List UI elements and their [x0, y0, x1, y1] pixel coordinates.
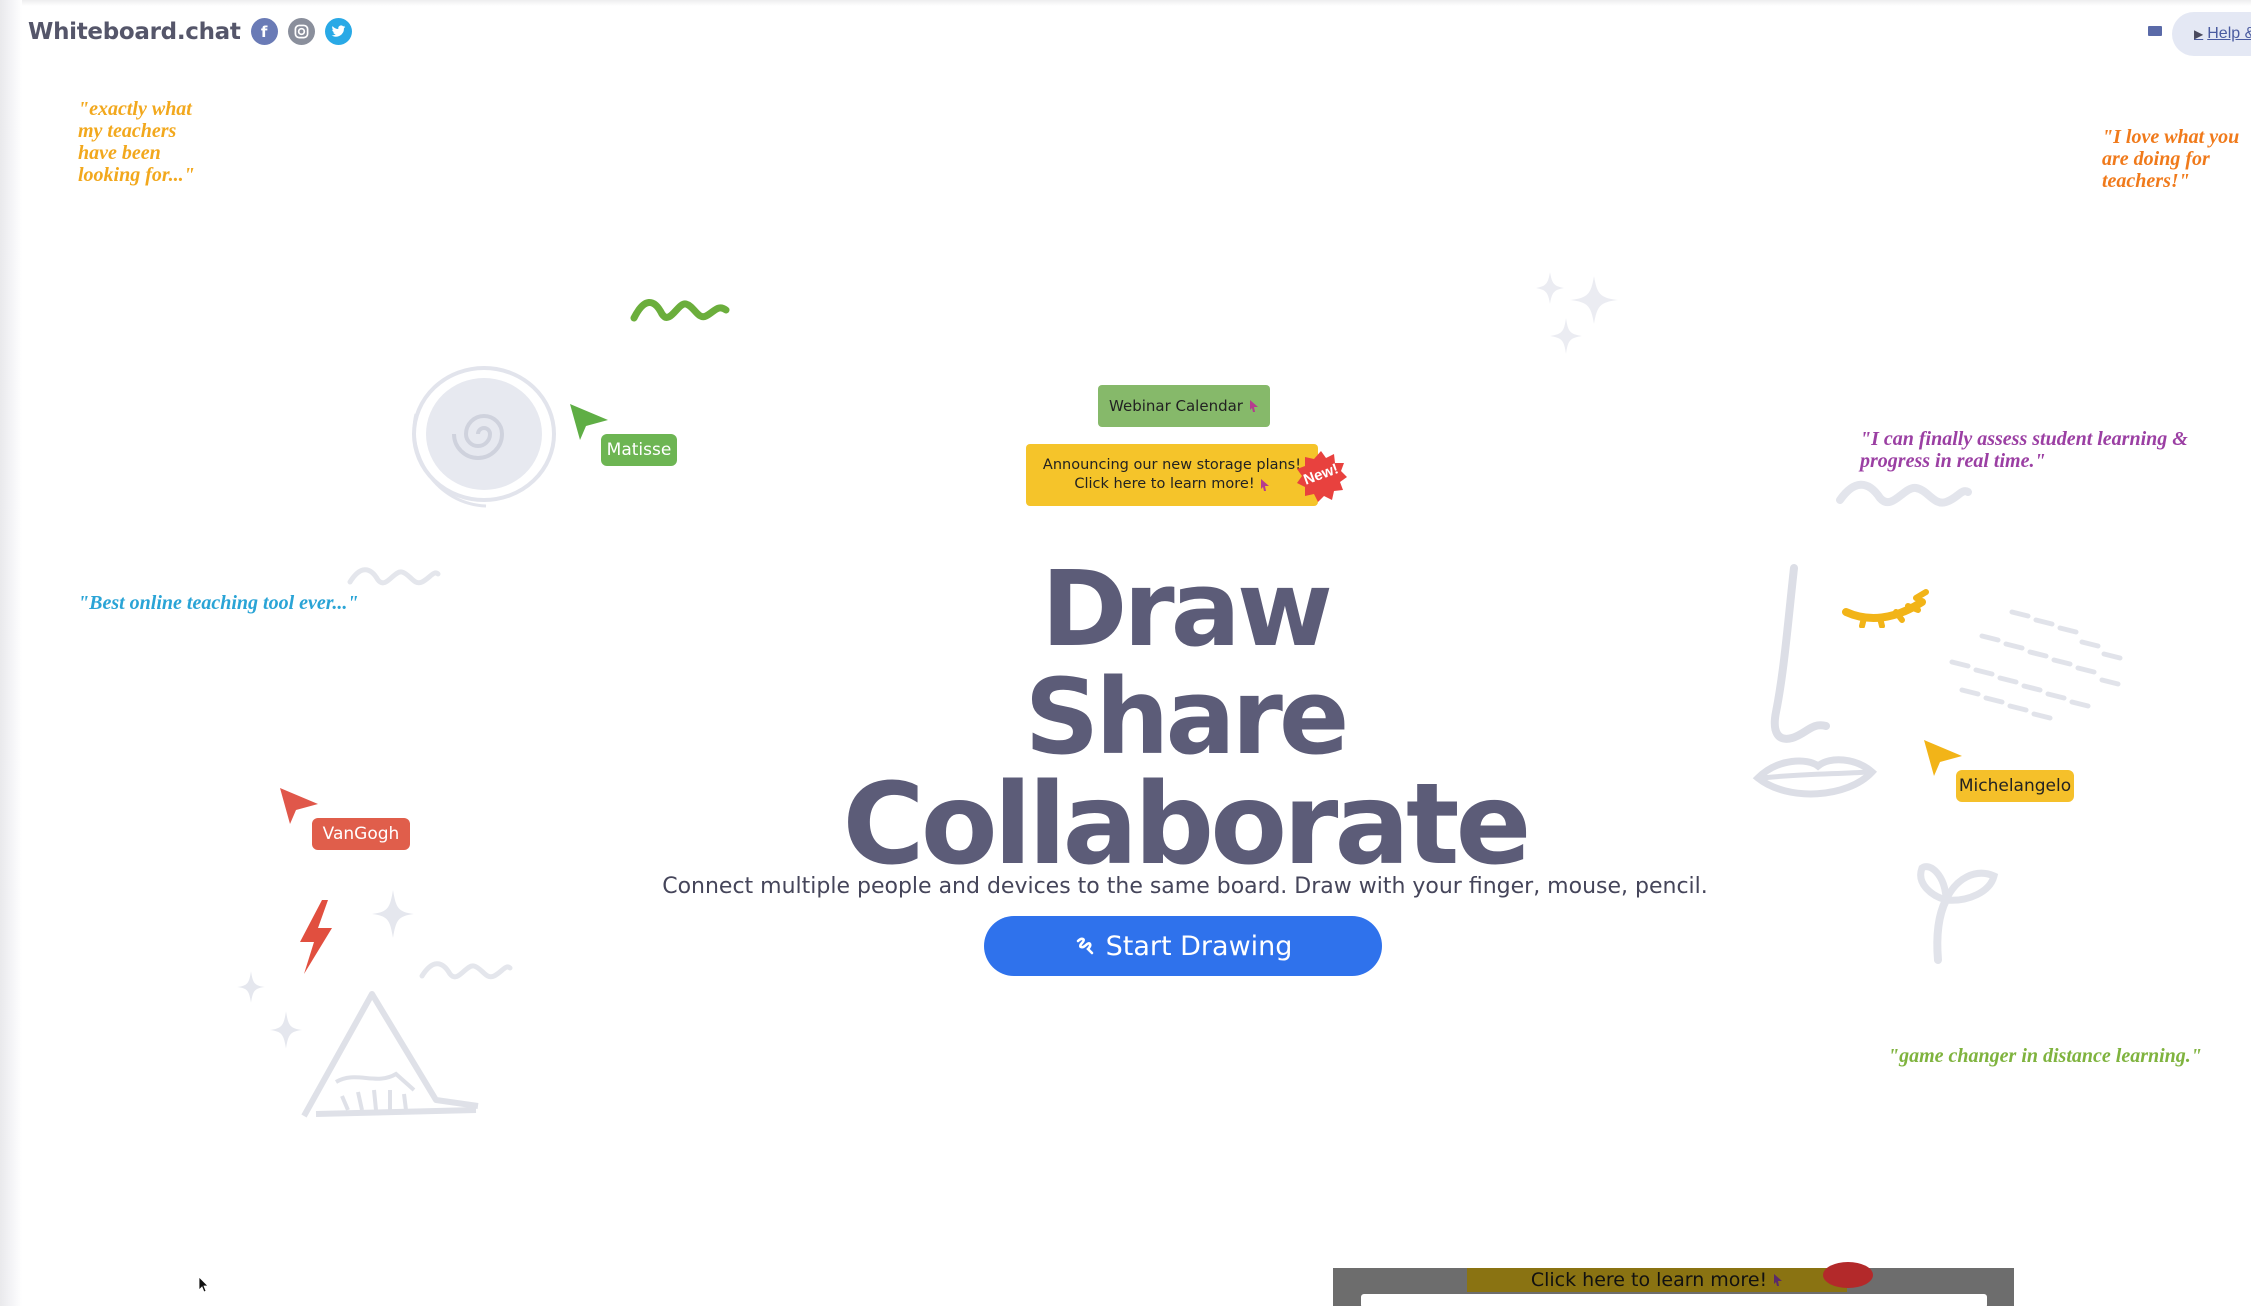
play-triangle-icon: ▶ — [2194, 27, 2204, 41]
cursor-label-matisse: Matisse — [601, 434, 677, 466]
header-brand: Whiteboard.chat f — [28, 18, 352, 45]
bottom-popup-link[interactable]: Click here to learn more! — [1467, 1268, 1847, 1292]
new-badge: New! — [1295, 450, 1347, 502]
testimonial-quote: "I can finally assess student learning &… — [1860, 428, 2188, 472]
hero-title-line-collaborate: Collaborate — [842, 760, 1532, 890]
start-drawing-button[interactable]: Start Drawing — [984, 916, 1382, 976]
spiral-icon — [412, 366, 556, 508]
pencil-scribble-icon — [1076, 937, 1093, 955]
help-button[interactable]: ▶ Help & — [2172, 12, 2251, 56]
mouse-pointer-icon — [198, 1276, 209, 1293]
start-drawing-label: Start Drawing — [1105, 930, 1293, 962]
squiggle-green-icon — [630, 299, 730, 322]
help-label: Help & — [2207, 25, 2251, 42]
storage-announcement-link-text: Click here to learn more! — [1074, 476, 1255, 492]
testimonial-quote: "exactly what my teachers have been look… — [78, 98, 195, 186]
instagram-icon[interactable] — [287, 18, 315, 45]
pointer-cursor-icon — [1774, 1274, 1783, 1286]
mountain-sketch-icon — [301, 991, 479, 1118]
pointer-cursor-icon — [1260, 478, 1269, 491]
hero-title-line-draw: Draw — [1041, 548, 1333, 670]
bottom-popup-new-badge — [1823, 1262, 1873, 1288]
webinar-calendar-label: Webinar Calendar — [1109, 397, 1243, 415]
bottom-popup-link-text: Click here to learn more! — [1530, 1269, 1768, 1291]
facebook-icon[interactable]: f — [250, 18, 278, 45]
testimonial-quote: "I love what you are doing for teachers!… — [2102, 126, 2240, 192]
squiggle-gray-icon — [1836, 480, 1972, 507]
bottom-announcement-popup: Click here to learn more! — [1333, 1262, 2014, 1308]
sparkle-cluster-icon — [1536, 272, 1618, 354]
hero-subtitle: Connect multiple people and devices to t… — [662, 874, 1708, 899]
storage-plans-announcement-button[interactable]: Announcing our new storage plans! Click … — [1026, 444, 1318, 506]
language-flag-icon[interactable] — [2148, 26, 2162, 36]
lightning-bolt-icon — [300, 900, 332, 974]
testimonial-quote: "game changer in distance learning." — [1888, 1045, 2202, 1067]
webinar-calendar-button[interactable]: Webinar Calendar — [1098, 385, 1270, 427]
topbar-shadow — [22, 0, 2251, 6]
storage-announcement-line1: Announcing our new storage plans! — [1042, 457, 1302, 473]
pointer-cursor-icon — [1249, 400, 1258, 412]
sparkle-icon — [237, 971, 265, 1003]
twitter-icon[interactable] — [324, 18, 352, 45]
storage-announcement-line2: Click here to learn more! — [1074, 475, 1269, 494]
squiggle-gray-icon — [419, 961, 513, 980]
site-logo-text[interactable]: Whiteboard.chat — [28, 19, 241, 45]
